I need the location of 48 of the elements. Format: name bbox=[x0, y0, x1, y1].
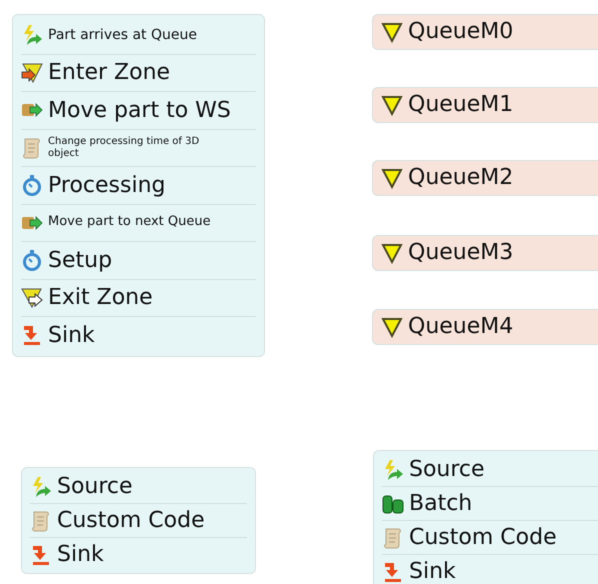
step-label: Sink bbox=[48, 322, 95, 348]
triangle-icon bbox=[381, 167, 403, 189]
triangle-arrow-icon bbox=[21, 286, 43, 309]
down-arrow-icon bbox=[30, 544, 52, 566]
triangle-arrow-icon bbox=[21, 62, 43, 84]
triangle-icon bbox=[381, 242, 403, 264]
queue-block[interactable]: QueueM1 bbox=[372, 87, 598, 123]
step-label: QueueM1 bbox=[408, 92, 514, 118]
step-label: Change processing time of 3D object bbox=[48, 136, 200, 160]
triangle-icon bbox=[381, 316, 403, 338]
step-label: Exit Zone bbox=[48, 285, 153, 310]
step-label: Source bbox=[57, 474, 133, 500]
step-label: Sink bbox=[409, 558, 456, 584]
scroll-icon bbox=[30, 510, 52, 532]
step-label: Custom Code bbox=[409, 524, 557, 550]
process-block[interactable]: Source Batch Custom Code Sink bbox=[373, 450, 598, 584]
queue-block[interactable]: QueueM4 bbox=[372, 309, 598, 345]
stopwatch-icon bbox=[21, 249, 43, 272]
stopwatch-icon bbox=[21, 174, 43, 196]
step-label: QueueM0 bbox=[408, 19, 514, 45]
queue-block[interactable]: QueueM3 bbox=[372, 235, 598, 271]
lightning-arrow-icon bbox=[382, 458, 404, 480]
step-label: QueueM4 bbox=[408, 314, 514, 340]
step-label: Source bbox=[409, 456, 485, 482]
step-label: Move part to next Queue bbox=[48, 215, 211, 230]
process-block[interactable]: Part arrives at Queue Enter Zone Move part to WS Change processing time of 3D object Processing Move part to next Queue Setup Exit Zone Sink bbox=[12, 14, 265, 356]
scroll-icon bbox=[382, 526, 404, 548]
lightning-arrow-icon bbox=[21, 24, 43, 46]
step-label: Move part to WS bbox=[48, 98, 231, 123]
step-label: Batch bbox=[409, 490, 472, 516]
step-label: Setup bbox=[48, 248, 112, 273]
step-label: Sink bbox=[57, 542, 104, 568]
step-label: Custom Code bbox=[57, 508, 205, 534]
step-label: Part arrives at Queue bbox=[48, 27, 197, 44]
process-block[interactable]: Source Custom Code Sink bbox=[21, 467, 256, 574]
step-label: Processing bbox=[48, 172, 166, 198]
step-label: QueueM3 bbox=[408, 240, 514, 266]
down-arrow-icon bbox=[382, 560, 404, 582]
scroll-icon bbox=[21, 136, 43, 159]
triangle-icon bbox=[381, 21, 403, 43]
step-label: QueueM2 bbox=[408, 165, 514, 191]
queue-block[interactable]: QueueM2 bbox=[372, 160, 598, 196]
triangle-icon bbox=[381, 94, 403, 116]
cylinders-icon bbox=[382, 492, 404, 514]
step-label: Enter Zone bbox=[48, 60, 170, 86]
lightning-arrow-icon bbox=[30, 476, 52, 498]
down-arrow-icon bbox=[21, 324, 43, 346]
queue-block[interactable]: QueueM0 bbox=[372, 14, 598, 50]
